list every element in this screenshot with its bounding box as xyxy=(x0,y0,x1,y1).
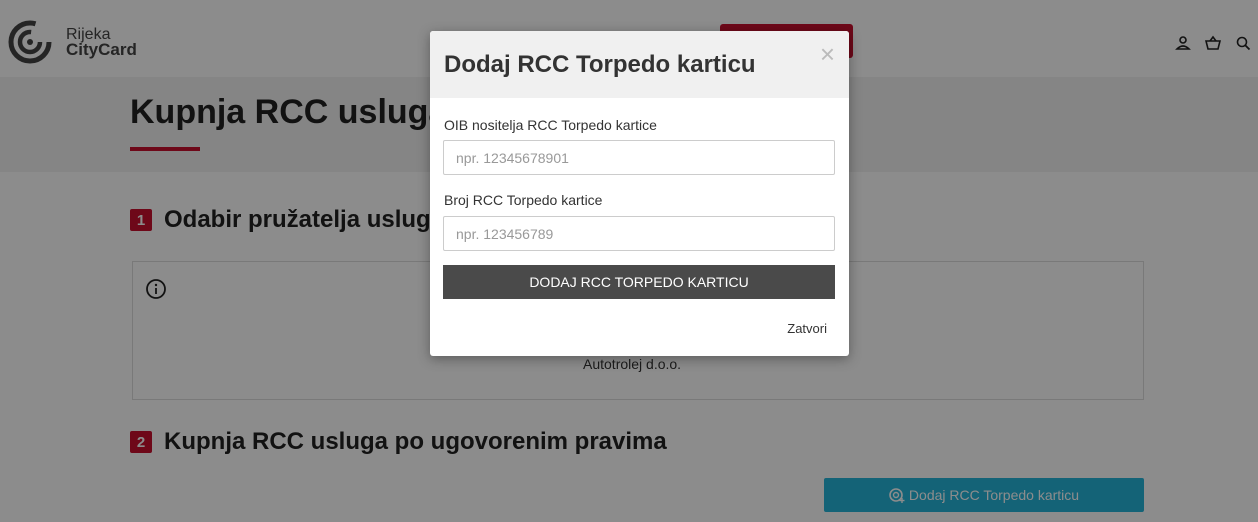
close-button[interactable]: Zatvori xyxy=(787,321,827,336)
modal-header: Dodaj RCC Torpedo karticu × xyxy=(430,31,849,98)
add-card-submit-button[interactable]: DODAJ RCC TORPEDO KARTICU xyxy=(443,265,835,299)
card-number-label: Broj RCC Torpedo kartice xyxy=(444,192,603,208)
close-icon[interactable]: × xyxy=(820,41,835,67)
oib-label: OIB nositelja RCC Torpedo kartice xyxy=(444,117,657,133)
add-card-modal: Dodaj RCC Torpedo karticu × OIB nositelj… xyxy=(430,31,849,356)
card-number-input[interactable] xyxy=(443,216,835,251)
oib-input[interactable] xyxy=(443,140,835,175)
modal-title: Dodaj RCC Torpedo karticu xyxy=(444,51,756,78)
